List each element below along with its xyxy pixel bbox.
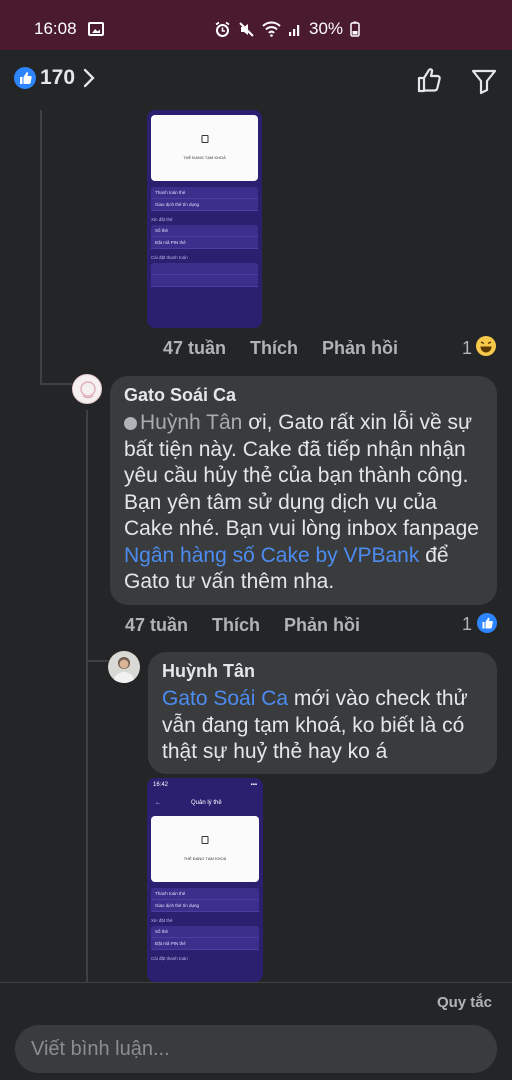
thread-line [40, 383, 72, 385]
battery-icon [350, 21, 360, 37]
comment-meta: 47 tuần Thích Phản hồi [163, 338, 422, 359]
alarm-icon [215, 21, 230, 37]
comment-bubble: Gato Soái Ca Huỳnh Tân ơi, Gato rất xin … [110, 376, 497, 605]
attached-screenshot[interactable]: 16:42 ▪▪▪ ← Quản lý thẻ THẺ ĐANG TẠM KHO… [147, 778, 263, 982]
comment-meta: 47 tuần Thích Phản hồi [125, 615, 384, 636]
comment-age: 47 tuần [163, 338, 227, 358]
mute-icon [239, 21, 254, 37]
reaction-count[interactable]: 1 [462, 338, 472, 359]
thread-line [40, 110, 42, 385]
lock-icon [201, 135, 208, 143]
back-arrow-icon: ← [155, 800, 161, 806]
thumbs-up-icon[interactable] [414, 65, 444, 95]
comments-header: 170 [0, 50, 512, 108]
status-bar: 16:08 30% [0, 0, 512, 50]
comment-author[interactable]: Gato Soái Ca [124, 385, 483, 406]
moderator-icon [124, 417, 137, 430]
haha-reaction-icon [476, 336, 496, 356]
avatar[interactable] [108, 651, 140, 683]
comment-age: 47 tuần [125, 615, 189, 635]
thread-line [86, 410, 88, 982]
gallery-notification-icon [88, 22, 104, 36]
like-reaction-icon [477, 613, 497, 633]
avatar[interactable] [72, 374, 102, 404]
comment-text: Gato Soái Ca mới vào check thử vẫn đang … [162, 687, 468, 763]
page-link[interactable]: Ngân hàng số Cake by VPBank [124, 544, 419, 567]
thread-line [86, 660, 108, 662]
wifi-icon [262, 21, 281, 37]
status-icons: ▪▪▪ [250, 782, 257, 788]
rules-link[interactable]: Quy tắc [437, 994, 492, 1011]
reply-link[interactable]: Phản hồi [284, 615, 360, 636]
chevron-right-icon[interactable] [80, 67, 98, 89]
comment-composer: Quy tắc [0, 982, 512, 1080]
status-icons: 30% [214, 19, 360, 39]
like-link[interactable]: Thích [212, 615, 260, 636]
lock-icon [201, 836, 209, 844]
mention-link[interactable]: Huỳnh Tân [140, 411, 242, 434]
reaction-count[interactable]: 1 [462, 614, 472, 635]
filter-icon[interactable] [470, 67, 498, 95]
battery-level: 30% [309, 19, 344, 38]
attached-screenshot[interactable]: THẺ ĐANG TẠM KHOÁ Thanh toán thẻ Giao dị… [147, 110, 262, 328]
reply-link[interactable]: Phản hồi [322, 338, 398, 359]
comment-input[interactable] [15, 1025, 497, 1073]
like-count[interactable]: 170 [40, 66, 75, 90]
like-link[interactable]: Thích [250, 338, 298, 359]
like-reaction-icon [14, 67, 36, 89]
status-time: 16:08 [34, 19, 77, 38]
comment-bubble: Huỳnh Tân Gato Soái Ca mới vào check thử… [148, 652, 497, 774]
mention-link[interactable]: Gato Soái Ca [162, 687, 288, 710]
comment-text: Huỳnh Tân ơi, Gato rất xin lỗi về sự bất… [124, 411, 479, 593]
signal-icon [289, 24, 300, 36]
comment-author[interactable]: Huỳnh Tân [162, 661, 483, 682]
